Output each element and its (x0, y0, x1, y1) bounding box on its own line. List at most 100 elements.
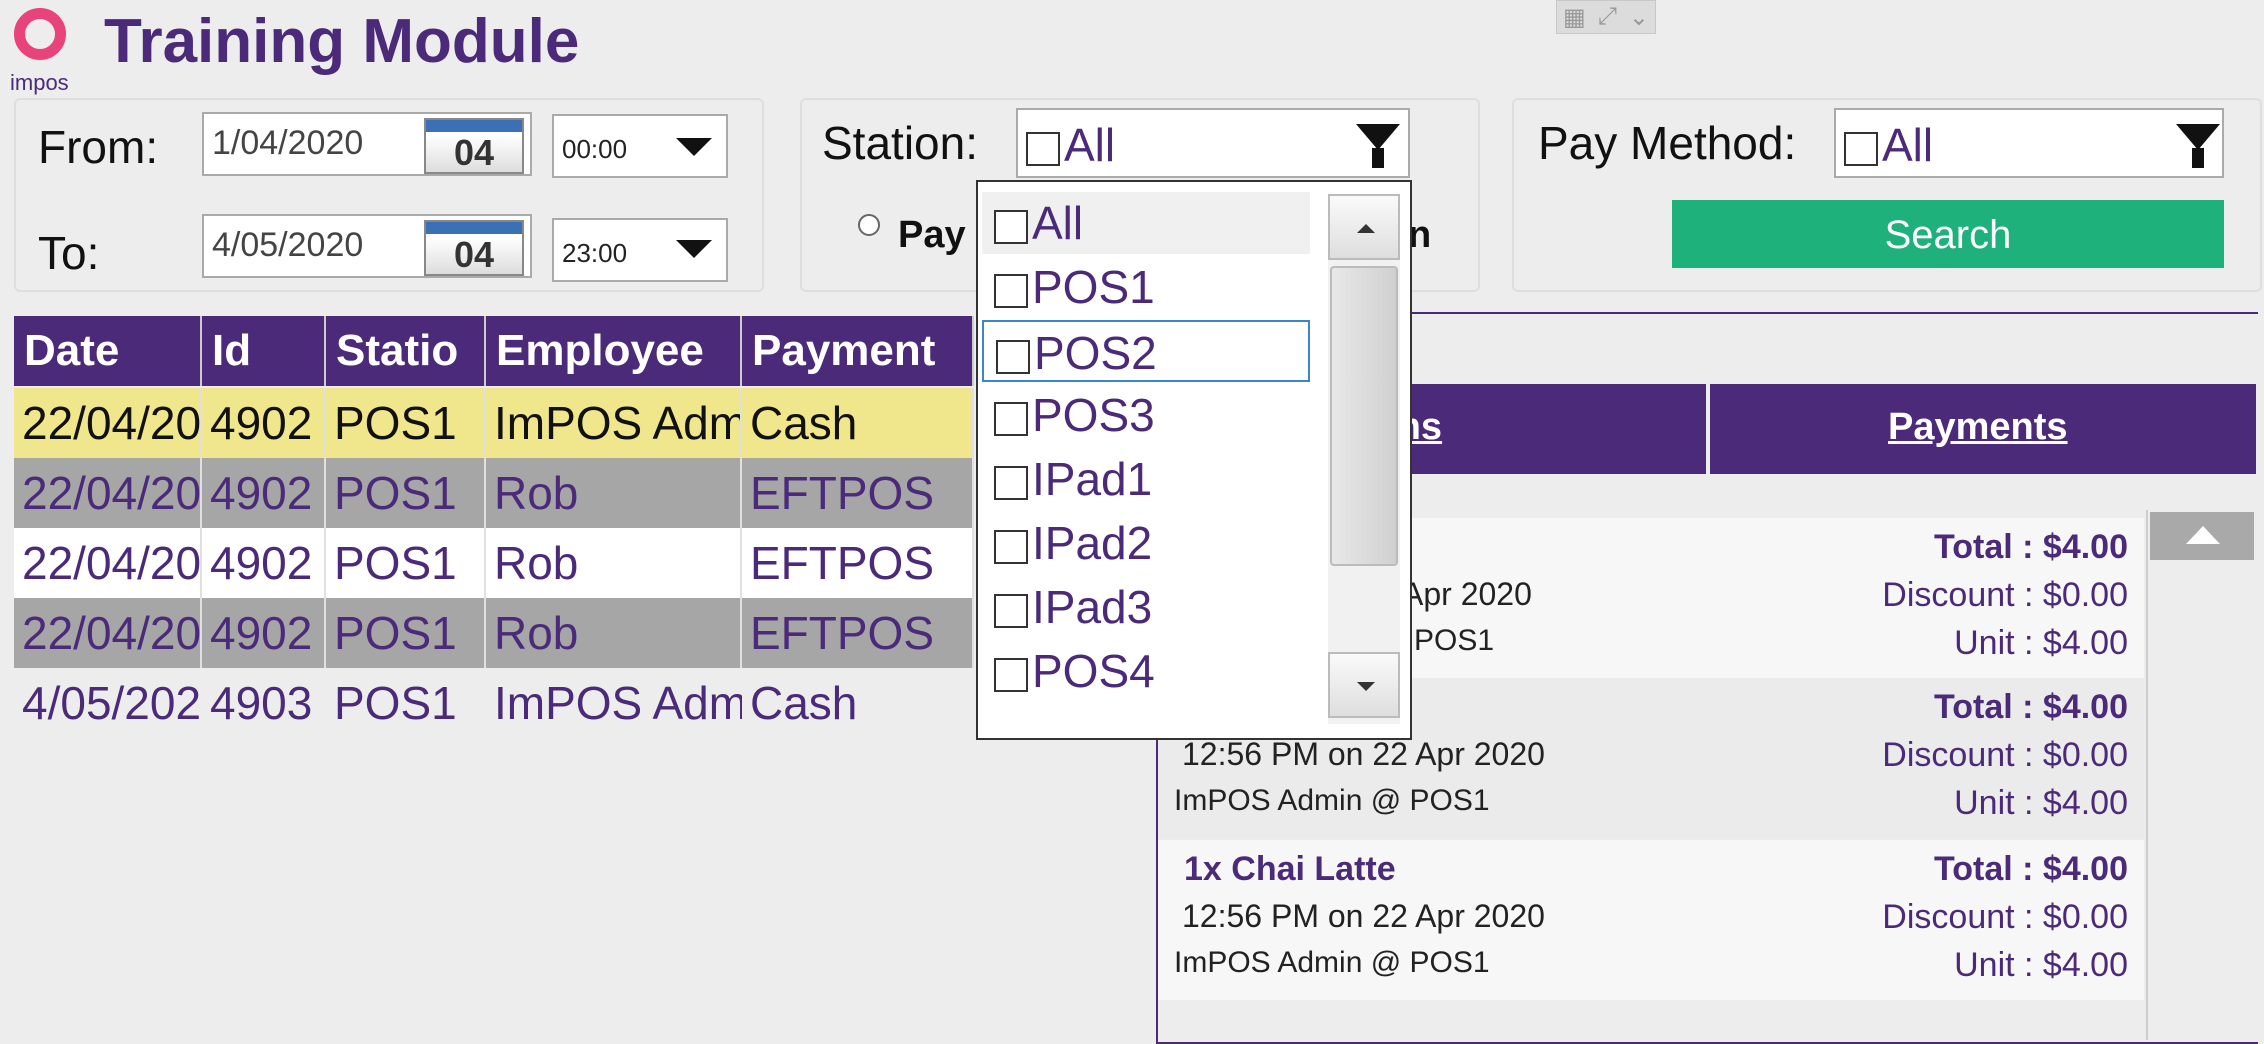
from-date-value: 1/04/2020 (212, 124, 364, 162)
checkbox-icon[interactable] (994, 529, 1028, 564)
cell-station: POS1 (326, 528, 486, 598)
checkbox-icon[interactable] (994, 657, 1028, 692)
checkbox-icon[interactable] (994, 273, 1028, 308)
option-label: POS2 (1034, 327, 1157, 379)
checkbox-icon[interactable] (1844, 131, 1878, 166)
to-label: To: (38, 227, 100, 279)
calendar-icon: 04 (453, 132, 495, 173)
item-name: 1x Chai Latte (1184, 850, 1396, 888)
column-payment[interactable]: Payment (742, 316, 974, 386)
calendar-icon: 04 (453, 234, 495, 275)
table-header: Date Id Statio Employee Payment (14, 316, 974, 386)
from-label: From: (38, 121, 159, 173)
checkbox-icon[interactable] (994, 401, 1028, 436)
cell-station: POS1 (334, 677, 457, 729)
dropdown-option-pos1[interactable]: POS1 (982, 256, 1310, 318)
table-row[interactable]: 22/04/20 4902 POS1 ImPOS Adm Cash (14, 388, 974, 458)
cell-id: 4902 (202, 458, 326, 528)
maximize-icon[interactable]: ⤢ (1598, 3, 1617, 31)
list-item[interactable]: 1x Chai Latte 12:56 PM on 22 Apr 2020 Im… (1158, 840, 2144, 1000)
option-label: IPad2 (1032, 517, 1153, 569)
table-row[interactable]: 22/04/20 4902 POS1 Rob EFTPOS (14, 598, 974, 668)
cell-payment: Cash (750, 677, 858, 729)
cell-id: 4902 (202, 598, 326, 668)
cell-id: 4903 (210, 677, 313, 729)
cell-date: 22/04/20 (14, 388, 202, 458)
dropdown-option-ipad3[interactable]: IPad3 (982, 576, 1310, 638)
item-employee: POS1 (1414, 624, 1495, 657)
station-filter[interactable]: All (1016, 108, 1410, 178)
scroll-up-icon[interactable] (2150, 512, 2254, 560)
item-discount: Discount : $0.00 (1882, 576, 2128, 614)
to-time-value: 23:00 (562, 238, 628, 268)
chevron-down-icon[interactable] (676, 138, 712, 156)
cell-payment: EFTPOS (742, 598, 974, 668)
table-row[interactable]: 4/05/202 4903 POS1 ImPOS Adm Cash (14, 668, 974, 738)
station-value: All (1064, 119, 1116, 171)
chevron-down-icon[interactable] (676, 240, 712, 258)
cell-id: 4902 (202, 528, 326, 598)
filter-icon-stem (1372, 148, 1384, 168)
column-employee[interactable]: Employee (486, 316, 742, 386)
pay-method-filter[interactable]: All (1834, 108, 2224, 178)
tab-divider (1706, 384, 1710, 474)
cell-id: 4902 (202, 388, 326, 458)
table-row[interactable]: 22/04/20 4902 POS1 Rob EFTPOS (14, 528, 974, 598)
from-time-value: 00:00 (562, 134, 628, 164)
dropdown-option-pos4[interactable]: POS4 (982, 640, 1310, 702)
cell-station: POS1 (326, 458, 486, 528)
option-label: IPad3 (1032, 581, 1153, 633)
filter-icon[interactable] (2176, 124, 2220, 150)
option-label: POS1 (1032, 261, 1155, 313)
column-date[interactable]: Date (14, 316, 202, 386)
filter-icon[interactable] (1356, 124, 1400, 150)
cell-payment: EFTPOS (742, 458, 974, 528)
cell-station: POS1 (326, 388, 486, 458)
option-label: IPad1 (1032, 453, 1153, 505)
tab-payments[interactable]: Payments (1888, 406, 2068, 449)
chevron-down-icon[interactable]: ⌄ (1629, 3, 1649, 32)
checkbox-icon[interactable] (994, 593, 1028, 628)
scroll-down-button[interactable] (1328, 652, 1400, 718)
dropdown-scrollbar[interactable] (1328, 194, 1400, 724)
column-station[interactable]: Statio (326, 316, 486, 386)
table-row[interactable]: 22/04/20 4902 POS1 Rob EFTPOS (14, 458, 974, 528)
dropdown-option-ipad2[interactable]: IPad2 (982, 512, 1310, 574)
radio-pay-label: Pay (898, 214, 966, 256)
details-scrollbar[interactable] (2146, 510, 2258, 1040)
to-calendar-button[interactable]: 04 (424, 220, 524, 276)
cell-date: 22/04/20 (14, 528, 202, 598)
dropdown-option-pos3[interactable]: POS3 (982, 384, 1310, 446)
dropdown-option-pos2[interactable]: POS2 (982, 320, 1310, 382)
dropdown-option-all[interactable]: All (982, 192, 1310, 254)
dropdown-option-ipad1[interactable]: IPad1 (982, 448, 1310, 510)
item-total: Total : $4.00 (1934, 528, 2128, 566)
scroll-up-button[interactable] (1328, 194, 1400, 260)
item-employee: ImPOS Admin @ POS1 (1174, 946, 1490, 979)
cell-date: 4/05/202 (22, 677, 202, 729)
checkbox-icon[interactable] (994, 209, 1028, 244)
radio-pay[interactable] (858, 214, 880, 236)
item-total: Total : $4.00 (1934, 688, 2128, 726)
checkbox-icon[interactable] (994, 465, 1028, 500)
cell-payment: Cash (742, 388, 974, 458)
item-unit: Unit : $4.00 (1954, 784, 2128, 822)
item-discount: Discount : $0.00 (1882, 898, 2128, 936)
item-discount: Discount : $0.00 (1882, 736, 2128, 774)
cell-employee: ImPOS Adm (486, 388, 742, 458)
cell-station: POS1 (326, 598, 486, 668)
from-calendar-button[interactable]: 04 (424, 118, 524, 174)
search-button[interactable]: Search (1672, 200, 2224, 268)
item-employee: ImPOS Admin @ POS1 (1174, 784, 1490, 817)
scroll-thumb[interactable] (1330, 266, 1398, 566)
grid-icon[interactable]: ▦ (1563, 3, 1586, 32)
column-id[interactable]: Id (202, 316, 326, 386)
checkbox-icon[interactable] (1026, 131, 1060, 166)
option-label: All (1032, 197, 1084, 249)
window-controls[interactable]: ▦ ⤢ ⌄ (1556, 0, 1656, 34)
checkbox-icon[interactable] (996, 339, 1030, 374)
item-total: Total : $4.00 (1934, 850, 2128, 888)
station-label: Station: (822, 117, 978, 169)
pay-method-value: All (1882, 119, 1934, 171)
cell-employee: Rob (486, 598, 742, 668)
